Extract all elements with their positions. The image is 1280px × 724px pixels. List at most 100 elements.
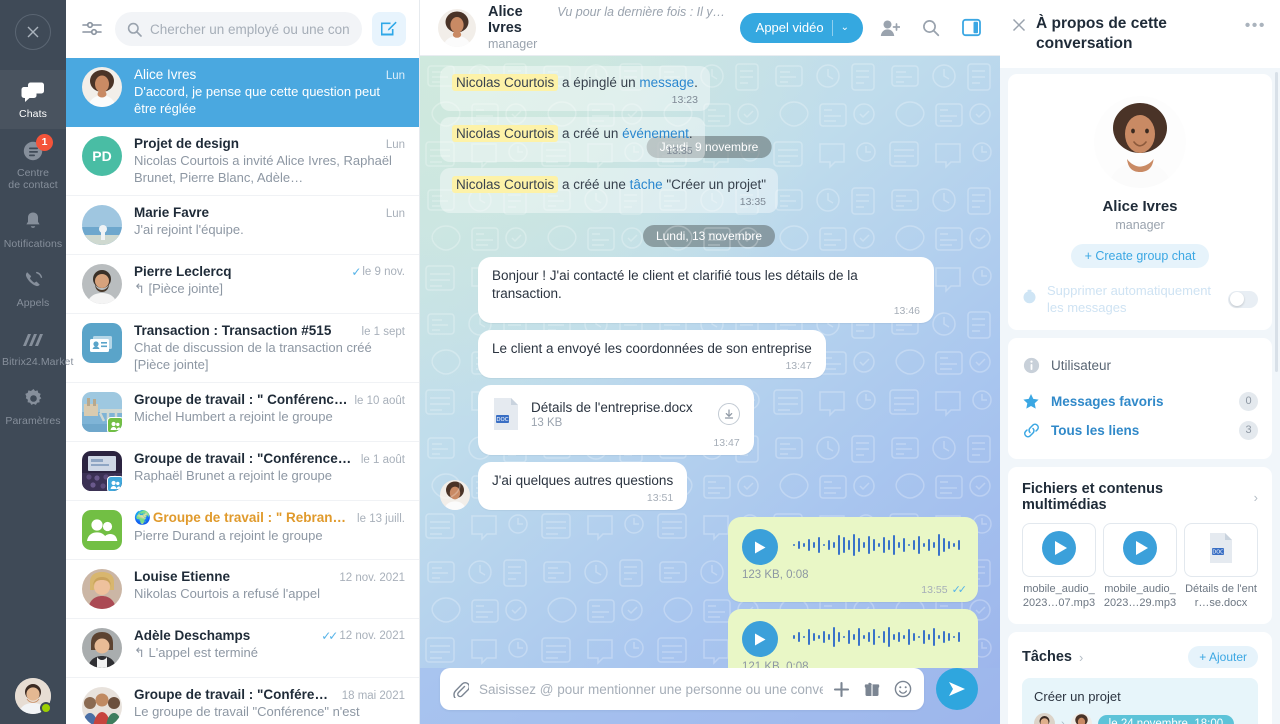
autodelete-row[interactable]: Supprimer automatiquement les messages [1022, 282, 1258, 316]
list-item[interactable]: Groupe de travail : "Conférence à … le 1… [66, 442, 419, 501]
file-thumbnail[interactable] [1103, 523, 1177, 577]
sidebar-item-user[interactable]: Utilisateur [1022, 352, 1258, 379]
video-call-label: Appel vidéo [755, 20, 824, 35]
message-list: Nicolas Courtois a épinglé un message. 1… [420, 56, 1000, 668]
file-caption: mobile_audio_ 2023…07.mp3 [1022, 583, 1096, 609]
message-link[interactable]: tâche [630, 177, 663, 192]
list-item-body: Projet de design Lun Nicolas Courtois a … [134, 136, 405, 186]
rail-close-button[interactable] [15, 14, 51, 50]
info-panel-title: À propos de cette conversation [1036, 15, 1167, 52]
list-item[interactable]: Transaction : Transaction #515 le 1 sept… [66, 314, 419, 383]
video-call-button[interactable]: Appel vidéo ⌄ [739, 12, 863, 43]
task-meta: › le 24 novembre, 18:00 [1034, 713, 1246, 724]
autodelete-toggle[interactable] [1228, 290, 1258, 308]
play-icon[interactable] [742, 529, 778, 565]
audio-attachment[interactable] [742, 527, 964, 567]
current-user-avatar[interactable] [15, 678, 52, 714]
message-bubble-file[interactable]: DOC Détails de l'entreprise.docx 13 KB 1… [478, 385, 754, 455]
message-bubble[interactable]: J'ai quelques autres questions 13:51 [478, 462, 688, 510]
message-composer [420, 668, 1000, 724]
compose-icon[interactable] [372, 12, 406, 46]
list-item-body: Pierre Leclercq ✓ le 9 nov. ↰ [Pièce joi… [134, 264, 405, 297]
composer-box[interactable] [440, 668, 924, 710]
audio-waveform[interactable] [792, 624, 964, 655]
close-icon[interactable] [1012, 14, 1026, 36]
create-group-chat-button[interactable]: + Create group chat [1070, 244, 1210, 268]
list-item[interactable]: Adèle Deschamps ✓✓ 12 nov. 2021 ↰ L'appe… [66, 619, 419, 678]
attach-icon[interactable] [452, 681, 469, 698]
chevron-right-icon: › [1253, 489, 1258, 505]
search-icon[interactable] [917, 19, 945, 37]
message-bubble-audio[interactable]: 123 KB, 0:08 13:55 ✓✓ [728, 517, 978, 602]
message-time: 13:51 [646, 492, 674, 504]
message-bubble[interactable]: Le client a envoyé les coordonnées de so… [478, 330, 826, 378]
list-item-time: 18 mai 2021 [341, 690, 405, 702]
files-grid: mobile_audio_ 2023…07.mp3 mobile_audio_ 20… [1022, 523, 1258, 610]
add-user-icon[interactable] [875, 19, 905, 37]
avatar [82, 264, 122, 304]
list-item-time: Lun [385, 70, 405, 82]
message-time: 13:23 [671, 94, 698, 106]
list-item[interactable]: PD Projet de design Lun Nicolas Courtois… [66, 127, 419, 196]
rail-item-market[interactable]: Bitrix24.Market [0, 318, 73, 377]
task-item[interactable]: Créer un projet › le 24 novembre, 18:00 [1022, 678, 1258, 724]
list-item-time: 12 nov. 2021 [339, 572, 405, 584]
list-item[interactable]: Marie Favre Lun J'ai rejoint l'équipe. [66, 196, 419, 255]
add-task-button[interactable]: + Ajouter [1188, 646, 1258, 668]
message-bubble[interactable]: Bonjour ! J'ai contacté le client et cla… [478, 257, 934, 323]
actor-name: Nicolas Courtois [452, 74, 559, 91]
rail-item-settings[interactable]: Paramètres [0, 377, 66, 436]
plus-icon[interactable] [833, 681, 850, 698]
list-item[interactable]: Pierre Leclercq ✓ le 9 nov. ↰ [Pièce joi… [66, 255, 419, 314]
filter-icon[interactable] [79, 21, 105, 37]
contact-center-badge: 1 [36, 134, 53, 151]
scrollbar[interactable] [1275, 72, 1278, 372]
message-link[interactable]: message [639, 75, 694, 90]
message-time: 13:35 [739, 196, 767, 208]
sidebar-item-favorites[interactable]: Messages favoris 0 [1022, 387, 1258, 416]
emoji-icon[interactable] [894, 680, 912, 698]
search-input[interactable] [150, 21, 350, 37]
file-card[interactable]: mobile_audio_ 2023…29.mp3 [1103, 523, 1177, 610]
list-item-title: Pierre Leclercq [134, 264, 232, 279]
list-item[interactable]: Louise Etienne 12 nov. 2021 Nikolas Cour… [66, 560, 419, 619]
deal-card-icon [82, 323, 122, 363]
play-icon[interactable] [742, 621, 778, 657]
list-item[interactable]: Groupe de travail : " Conférence … le 10… [66, 383, 419, 442]
rail-item-contact-center[interactable]: 1 Centre de contact [0, 129, 66, 200]
gift-icon[interactable] [864, 681, 880, 697]
file-card[interactable]: DOC Détails de l'ent r…se.docx [1184, 523, 1258, 610]
files-section-header[interactable]: Fichiers et contenus multimédias › [1022, 481, 1258, 513]
message-bubble-audio[interactable]: 121 KB, 0:08 13:56✓✓ [728, 609, 978, 668]
file-thumbnail[interactable] [1022, 523, 1096, 577]
audio-attachment[interactable] [742, 619, 964, 659]
audio-waveform[interactable] [792, 532, 964, 563]
rail-item-notifications[interactable]: Notifications [0, 200, 66, 259]
messenger-app: Chats 1 Centrede contact Notifications [0, 0, 1280, 724]
send-icon[interactable] [936, 668, 978, 710]
sidebar-toggle-icon[interactable] [957, 18, 986, 37]
message-input[interactable] [479, 681, 823, 697]
tasks-section-title[interactable]: Tâches [1022, 649, 1072, 665]
sidebar-item-links[interactable]: Tous les liens 3 [1022, 416, 1258, 445]
list-item-subtitle: Raphaël Brunet a rejoint le groupe [134, 468, 333, 483]
file-attachment[interactable]: DOC Détails de l'entreprise.docx 13 KB [492, 395, 740, 435]
gear-icon [2, 387, 64, 411]
rail-item-calls[interactable]: Appels [0, 259, 66, 318]
profile-name: Alice Ivres [1102, 198, 1178, 215]
actor-name: Nicolas Courtois [452, 125, 559, 142]
list-item[interactable]: Alice Ivres Lun D'accord, je pense que c… [66, 58, 419, 127]
list-item[interactable]: Groupe de travail : "Conférenc… 18 mai 2… [66, 678, 419, 724]
download-icon[interactable] [717, 403, 740, 425]
file-card[interactable]: mobile_audio_ 2023…07.mp3 [1022, 523, 1096, 610]
rail-item-chats[interactable]: Chats [0, 70, 66, 129]
file-thumbnail[interactable]: DOC [1184, 523, 1258, 577]
list-item-subtitle: Michel Humbert a rejoint le groupe [134, 409, 333, 424]
chat-header-avatar[interactable] [438, 8, 476, 47]
more-icon[interactable]: ••• [1245, 14, 1266, 35]
list-item[interactable]: 🌍 Groupe de travail : " Rebrandi… le 13 j… [66, 501, 419, 560]
message-link[interactable]: événement [622, 126, 689, 141]
search-box[interactable] [115, 12, 362, 46]
list-item-title: Adèle Deschamps [134, 628, 251, 643]
avatar [82, 451, 122, 491]
